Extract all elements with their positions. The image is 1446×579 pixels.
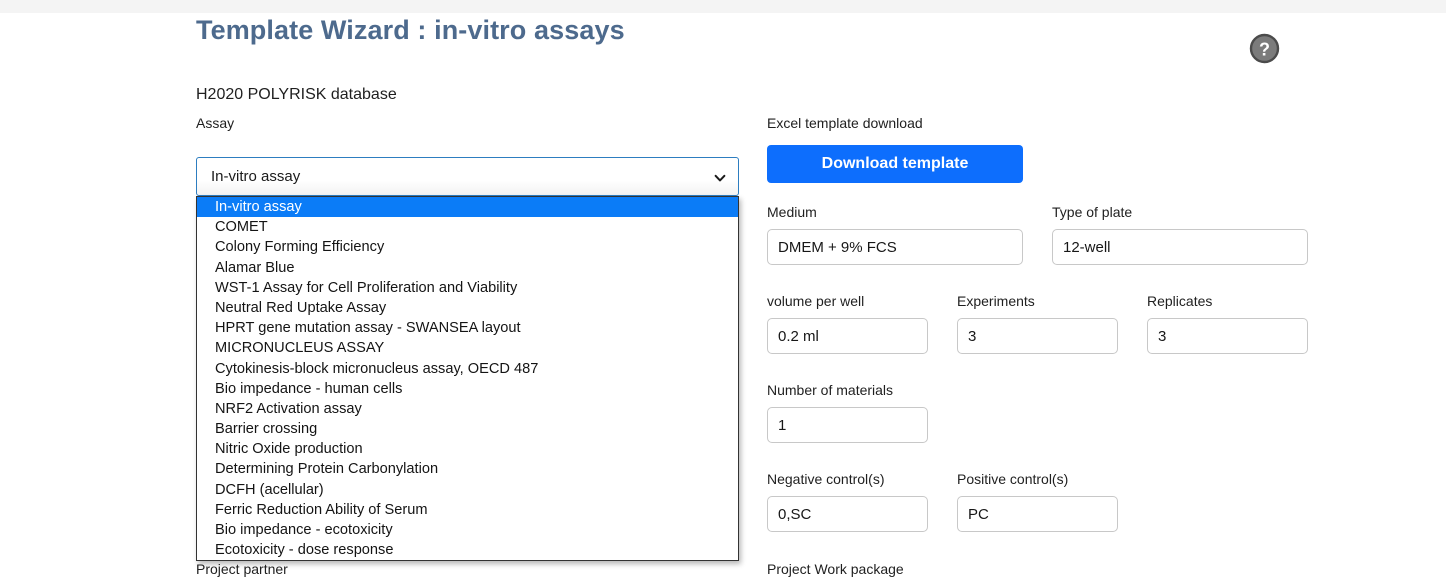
assay-option[interactable]: Nitric Oxide production — [197, 439, 738, 459]
assay-option-list[interactable]: In-vitro assayCOMETColony Forming Effici… — [196, 196, 739, 561]
type-of-plate-label: Type of plate — [1052, 204, 1132, 220]
top-strip — [0, 0, 1446, 13]
svg-text:?: ? — [1259, 40, 1270, 60]
assay-option[interactable]: COMET — [197, 217, 738, 237]
database-label: H2020 POLYRISK database — [196, 86, 397, 104]
assay-select-value: In-vitro assay — [211, 168, 300, 185]
replicates-input[interactable] — [1147, 318, 1308, 354]
project-work-package-label: Project Work package — [767, 561, 904, 577]
assay-option[interactable]: WST-1 Assay for Cell Proliferation and V… — [197, 278, 738, 298]
positive-control-label: Positive control(s) — [957, 471, 1068, 487]
page-title: Template Wizard : in-vitro assays — [196, 15, 625, 46]
assay-option[interactable]: Ferric Reduction Ability of Serum — [197, 500, 738, 520]
assay-option[interactable]: HPRT gene mutation assay - SWANSEA layou… — [197, 318, 738, 338]
positive-control-input[interactable] — [957, 496, 1118, 532]
number-of-materials-input[interactable] — [767, 407, 928, 443]
negative-control-label: Negative control(s) — [767, 471, 885, 487]
assay-option[interactable]: In-vitro assay — [197, 197, 738, 217]
type-of-plate-input[interactable] — [1052, 229, 1308, 265]
replicates-label: Replicates — [1147, 293, 1212, 309]
assay-option[interactable]: Ecotoxicity - dose response — [197, 540, 738, 560]
assay-option[interactable]: Cytokinesis-block micronucleus assay, OE… — [197, 359, 738, 379]
project-partner-label: Project partner — [196, 561, 288, 577]
excel-download-label: Excel template download — [767, 115, 923, 131]
assay-option[interactable]: MICRONUCLEUS ASSAY — [197, 338, 738, 358]
chevron-down-icon — [714, 171, 726, 183]
experiments-input[interactable] — [957, 318, 1118, 354]
medium-label: Medium — [767, 204, 817, 220]
assay-option[interactable]: DCFH (acellular) — [197, 480, 738, 500]
assay-option[interactable]: Neutral Red Uptake Assay — [197, 298, 738, 318]
help-circle-icon[interactable]: ? — [1249, 33, 1280, 64]
assay-option[interactable]: Bio impedance - human cells — [197, 379, 738, 399]
download-template-button[interactable]: Download template — [767, 145, 1023, 183]
assay-select[interactable]: In-vitro assay — [196, 157, 739, 196]
negative-control-input[interactable] — [767, 496, 928, 532]
number-of-materials-label: Number of materials — [767, 382, 893, 398]
assay-option[interactable]: NRF2 Activation assay — [197, 399, 738, 419]
medium-input[interactable] — [767, 229, 1023, 265]
assay-option[interactable]: Bio impedance - ecotoxicity — [197, 520, 738, 540]
experiments-label: Experiments — [957, 293, 1035, 309]
volume-per-well-label: volume per well — [767, 293, 864, 309]
assay-option[interactable]: Colony Forming Efficiency — [197, 237, 738, 257]
assay-option[interactable]: Determining Protein Carbonylation — [197, 459, 738, 479]
assay-label: Assay — [196, 115, 234, 131]
page-body: Template Wizard : in-vitro assays ? H202… — [0, 13, 1446, 579]
volume-per-well-input[interactable] — [767, 318, 928, 354]
assay-option[interactable]: Alamar Blue — [197, 258, 738, 278]
assay-option[interactable]: Barrier crossing — [197, 419, 738, 439]
